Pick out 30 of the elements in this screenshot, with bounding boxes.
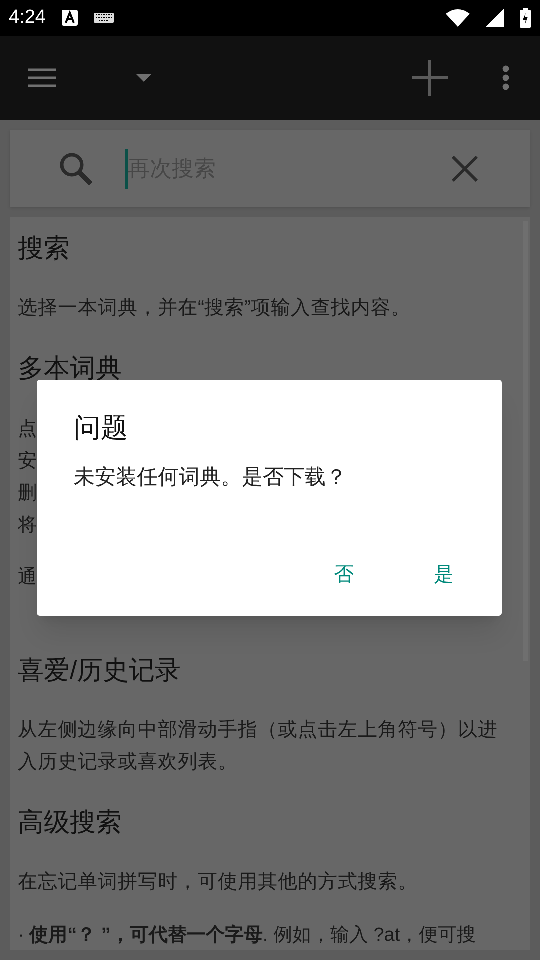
dialog-button[interactable]: 否 [326, 556, 362, 594]
section-heading: 高级搜索 [18, 806, 123, 839]
dialog-button[interactable]: 是 [426, 556, 462, 594]
wifi-icon [446, 9, 470, 27]
keyboard-icon [94, 13, 114, 23]
dropdown-caret-icon[interactable] [136, 74, 152, 82]
bullet-text: · 使用“？ ”，可代替一个字母. 例如，输入 ?at，便可搜 [18, 924, 476, 948]
section-heading: 喜爱/历史记录 [18, 654, 182, 687]
close-icon[interactable] [452, 156, 478, 182]
help-paragraph: 从左侧边缘向中部滑动手指（或点击左上角符号）以进入历史记录或喜欢列表。 [18, 718, 499, 775]
partial-text: 删 [18, 482, 37, 506]
partial-text: 将 [18, 514, 37, 538]
clock: 4:24 [9, 6, 46, 30]
battery-icon [520, 8, 531, 28]
text-input-icon [62, 10, 78, 26]
signal-icon [486, 9, 504, 27]
text-cursor [125, 148, 128, 188]
menu-icon[interactable] [28, 68, 56, 88]
partial-text: 通 [18, 566, 37, 590]
dialog-message: 未安装任何词典。是否下载？ [74, 465, 347, 491]
help-paragraph: 选择一本词典，并在“搜索”项输入查找内容。 [18, 296, 412, 321]
section-heading: 搜索 [18, 232, 71, 265]
add-icon[interactable] [412, 60, 448, 96]
help-paragraph: 在忘记单词拼写时，可使用其他的方式搜索。 [18, 870, 419, 895]
partial-text: 安 [18, 450, 37, 474]
dialog-title: 问题 [74, 412, 128, 445]
partial-text: 点 [18, 418, 37, 442]
section-heading: 多本词典 [18, 352, 123, 385]
more-options-icon[interactable] [502, 65, 510, 91]
search-icon[interactable] [59, 152, 93, 186]
